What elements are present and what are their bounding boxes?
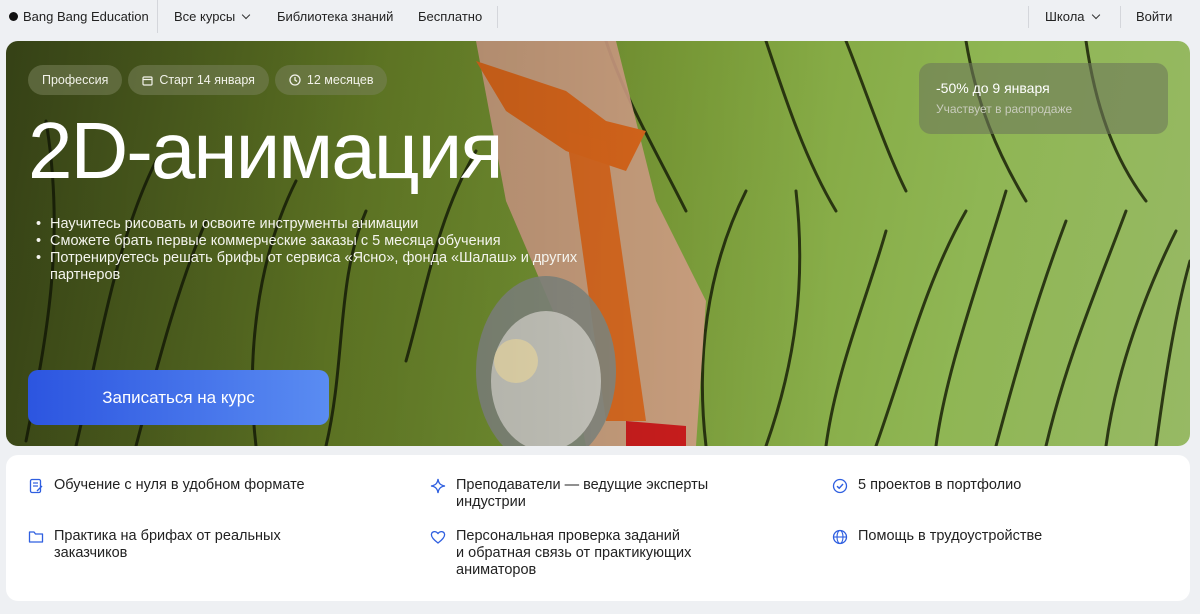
- login-button[interactable]: Войти: [1136, 0, 1172, 33]
- chip-profession-label: Профессия: [42, 73, 109, 87]
- promo-subtitle: Участвует в распродаже: [936, 102, 1073, 116]
- feature-item: Помощь в трудоустройстве: [832, 528, 1042, 545]
- logo[interactable]: Bang Bang Education: [0, 0, 158, 33]
- list-item: Научитесь рисовать и освоите инструменты…: [34, 216, 594, 233]
- enroll-button[interactable]: Записаться на курс: [28, 370, 329, 425]
- login-label: Войти: [1136, 9, 1173, 24]
- feature-item: Практика на брифах от реальных заказчико…: [28, 528, 281, 562]
- top-nav: Bang Bang Education Все курсы Библиотека…: [0, 0, 1200, 33]
- folder-icon: [28, 531, 44, 543]
- calendar-icon: [142, 75, 153, 86]
- nav-free[interactable]: Бесплатно: [418, 0, 482, 33]
- globe-icon: [832, 529, 848, 545]
- nav-divider: [1028, 6, 1029, 28]
- chip-duration-label: 12 месяцев: [306, 73, 374, 87]
- logo-text: Bang Bang Education: [23, 9, 149, 24]
- sparkle-icon: [430, 478, 446, 494]
- course-benefits-list: Научитесь рисовать и освоите инструменты…: [34, 216, 594, 284]
- feature-text: Помощь в трудоустройстве: [858, 528, 1043, 544]
- nav-divider: [1120, 6, 1121, 28]
- feature-text: Преподаватели — ведущие эксперты индустр…: [456, 477, 709, 510]
- logo-dot-icon: [9, 12, 18, 21]
- feature-item: Персональная проверка заданий и обратная…: [430, 528, 691, 579]
- nav-school-label: Школа: [1045, 9, 1085, 24]
- nav-free-label: Бесплатно: [418, 9, 483, 24]
- list-item: Сможете брать первые коммерческие заказы…: [34, 233, 594, 250]
- nav-all-courses-label: Все курсы: [174, 9, 236, 24]
- chevron-down-icon: [242, 10, 251, 19]
- nav-library[interactable]: Библиотека знаний: [277, 0, 393, 33]
- promo-title: -50% до 9 января: [936, 80, 1050, 96]
- page-title: 2D-анимация: [28, 106, 504, 195]
- nav-all-courses[interactable]: Все курсы: [174, 0, 251, 33]
- notebook-icon: [29, 478, 43, 494]
- heart-icon: [430, 531, 446, 544]
- hero-banner: Профессия Старт 14 января 12 месяцев 2D-…: [6, 41, 1190, 446]
- promo-badge[interactable]: -50% до 9 января Участвует в распродаже: [919, 63, 1168, 134]
- chip-duration: 12 месяцев: [274, 65, 388, 95]
- hero-chips: Профессия Старт 14 января 12 месяцев: [28, 65, 388, 95]
- check-circle-icon: [832, 478, 848, 494]
- nav-school[interactable]: Школа: [1045, 0, 1100, 33]
- feature-text: Персональная проверка заданий и обратная…: [456, 528, 692, 578]
- chip-start-date: Старт 14 января: [128, 65, 269, 95]
- chip-profession: Профессия: [28, 65, 123, 95]
- chevron-down-icon: [1091, 10, 1100, 19]
- feature-text: 5 проектов в портфолио: [858, 477, 1022, 493]
- nav-library-label: Библиотека знаний: [277, 9, 394, 24]
- feature-text: Практика на брифах от реальных заказчико…: [54, 528, 281, 561]
- list-item: Потренируетесь решать брифы от сервиса «…: [34, 250, 594, 284]
- feature-item: 5 проектов в портфолио: [832, 477, 1021, 494]
- feature-text: Обучение с нуля в удобном формате: [54, 477, 305, 493]
- feature-item: Обучение с нуля в удобном формате: [28, 477, 305, 494]
- chip-start-label: Старт 14 января: [159, 73, 255, 87]
- features-panel: Обучение с нуля в удобном формате Препод…: [6, 455, 1190, 601]
- clock-icon: [289, 74, 301, 86]
- nav-divider: [497, 6, 498, 28]
- feature-item: Преподаватели — ведущие эксперты индустр…: [430, 477, 708, 511]
